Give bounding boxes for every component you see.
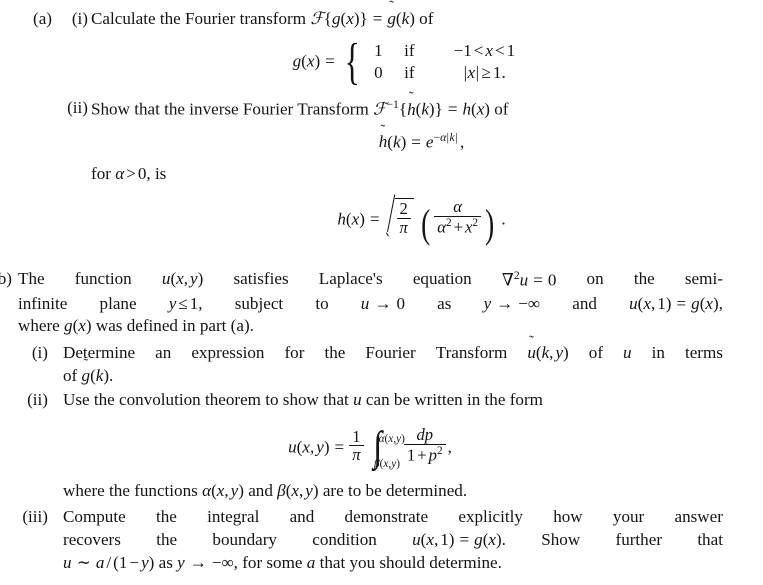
text-line: Calculate the Fourier transform ℱ{g(x)} =… xyxy=(91,0,434,28)
part-b-block: b) The function u(x, y) satisfies Laplace's eq… xyxy=(0,268,733,574)
part-a-sub-i-label: (i) xyxy=(71,9,88,28)
piecewise-cases: 1 if −1 < x <1 0 if |x| ≥1. xyxy=(366,40,536,85)
equation-u-integral: u(x, y) = 1 π α(x,y) ∫ β(x,y) dp 1 + p2, xyxy=(7,426,733,470)
text-line: where g(x) was defined in part (a). xyxy=(18,316,254,336)
case-1-condition: −1 < x <1 xyxy=(453,40,516,60)
part-a-sub-i-text: Calculate the Fourier transform ℱ{g(x)} =… xyxy=(91,0,748,31)
integral-lower-limit: β(x,y) xyxy=(374,458,401,470)
part-b-sub-iii-label: (iii) xyxy=(22,506,48,526)
part-a-sub-ii: (ii) Show that the inverse Fourier Trans… xyxy=(62,90,748,246)
sqrt-two-over-pi: 2π xyxy=(385,198,414,240)
text-line: Determine an expression for the Fourier Transf… xyxy=(63,333,723,363)
part-a-item-ii: (ii) Show that the inverse Fourier Trans… xyxy=(18,90,748,246)
part-b-sub-ii-closing: where the functions α(x, y) and β(x, y) ar… xyxy=(0,480,733,503)
text-line: of ˜ g(k). xyxy=(63,356,114,386)
part-a-block: (a) (i) Calculate the Fourier transform … xyxy=(18,0,748,246)
part-b-sub-i-label: (i) xyxy=(31,343,48,363)
case-row-2: 0 if |x| ≥1. xyxy=(366,62,536,85)
part-a-sub-i: (i) Calculate the Fourier transform ℱ{g(… xyxy=(62,0,748,87)
script-f-inverse-icon: ℱ xyxy=(373,99,387,119)
part-b-sub-iii-text: Compute the integral and demonstrate explicit… xyxy=(63,506,723,575)
text-line: Show that the inverse Fourier Transform … xyxy=(91,90,509,119)
part-b-sub-ii: (ii) Use the convolution theorem to show… xyxy=(0,389,733,412)
document-page: (a) (i) Calculate the Fourier transform … xyxy=(0,0,763,585)
case-1-if: if xyxy=(404,40,415,60)
part-a-sub-ii-label: (ii) xyxy=(67,98,88,118)
equation-h-result: h(x) = 2 π(α α2 + x2). xyxy=(337,197,506,246)
part-b-intro-text: The function u(x, y) satisfies Laplace's equat… xyxy=(18,268,723,338)
fraction-alpha-over-alpha2-plus-x2: α α2 + x2 xyxy=(434,198,481,236)
text-line: The function u(x, y) satisfies Laplace's equat… xyxy=(18,269,723,290)
case-2-if: if xyxy=(404,63,415,83)
equation-g-piecewise: g(x) ={ 1 if −1 < x <1 0 if |x| ≥1. xyxy=(81,36,748,87)
fraction-one-over-pi: 1π xyxy=(349,427,364,465)
case-2-condition: |x| ≥1. xyxy=(463,63,506,83)
part-b-intro: b) The function u(x, y) satisfies Laplace's eq… xyxy=(0,268,733,338)
part-b-sub-i: (i) Determine an expression for the Fourier Tr… xyxy=(0,333,733,388)
radical-sign-icon xyxy=(385,198,396,235)
text-line: for α >0, is xyxy=(91,164,167,184)
part-b-sub-ii-text: Use the convolution theorem to show that… xyxy=(63,389,723,412)
script-f-icon: ℱ xyxy=(310,9,324,28)
part-b-sub-i-text: Determine an expression for the Fourier Transf… xyxy=(63,333,723,388)
text-line: Use the convolution theorem to show that… xyxy=(63,390,543,410)
integral-with-limits: α(x,y) ∫ β(x,y) xyxy=(372,426,405,470)
text-line: where the functions α(x, y) and β(x, y) ar… xyxy=(63,480,468,500)
part-b-sub-ii-closing-text: where the functions α(x, y) and β(x, y) ar… xyxy=(63,480,723,503)
part-b-label: b) xyxy=(0,269,12,288)
part-a-item-i: (a) (i) Calculate the Fourier transform … xyxy=(18,0,748,87)
text-line: recovers the boundary condition u(x, 1) = g(x).… xyxy=(63,529,723,549)
part-a-sub-ii-condition: for α >0, is xyxy=(91,163,748,186)
case-2-value: 0 xyxy=(374,63,383,83)
part-a-label: (a) xyxy=(33,9,52,28)
case-1-value: 1 xyxy=(374,40,383,60)
text-line: Compute the integral and demonstrate explicit… xyxy=(63,506,723,526)
equation-h-tilde: ˜ h(k) = e−α|k|, xyxy=(378,122,465,152)
part-b-sub-ii-label: (ii) xyxy=(27,390,48,410)
fraction-dp-over-one-plus-p2: dp 1 + p2 xyxy=(403,426,446,464)
text-line: u ∼ a / (1− y) as y → −∞, for some a that you s… xyxy=(63,552,502,572)
case-row-1: 1 if −1 < x <1 xyxy=(366,40,536,63)
integral-upper-limit: α(x,y) xyxy=(378,432,405,445)
text-line: infinite plane y ≤1, subject to u → 0 as y → −∞ and u(… xyxy=(18,293,723,313)
part-b-sub-iii: (iii) Compute the integral and demonstrate ex… xyxy=(0,506,733,575)
part-a-sub-ii-text: Show that the inverse Fourier Transform … xyxy=(91,90,748,122)
